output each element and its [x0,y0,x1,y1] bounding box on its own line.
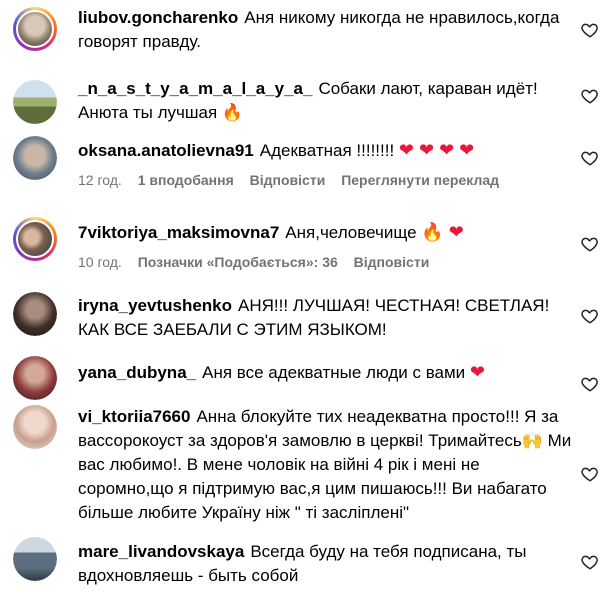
comment-body: oksana.anatolievna91 Адекватная !!!!!!!! … [78,138,573,163]
fire-heart-emoji: 🔥 ❤ [421,222,464,242]
translate-button[interactable]: Переглянути переклад [341,172,499,188]
comment-body: yana_dubyna_ Аня все адекватные люди с ва… [78,360,573,385]
comment-username[interactable]: 7viktoriya_maksimovna7 [78,223,279,242]
reply-button[interactable]: Відповісти [354,254,430,270]
avatar[interactable] [13,356,57,400]
comment-username[interactable]: vi_ktoriia7660 [78,407,190,426]
comment-meta: 12 год. 1 вподобання Відповісти Переглян… [78,172,511,188]
like-heart-icon[interactable] [581,553,599,571]
comment-time: 12 год. [78,172,122,188]
like-heart-icon[interactable] [581,307,599,325]
reply-button[interactable]: Відповісти [250,172,326,188]
comment-username[interactable]: yana_dubyna_ [78,363,196,382]
comment-body: _n_a_s_t_y_a_m_a_l_a_y_a_ Собаки лают, ка… [78,77,573,125]
comment-body: 7viktoriya_maksimovna7 Аня,человечище 🔥 ❤ [78,220,573,245]
avatar[interactable] [13,292,57,336]
like-heart-icon[interactable] [581,21,599,39]
avatar[interactable] [13,405,57,449]
raised-hands-emoji: 🙌 [521,431,543,450]
comment-username[interactable]: mare_livandovskaya [78,542,244,561]
avatar[interactable] [13,136,57,180]
comment-body: mare_livandovskaya Всегда буду на тебя по… [78,540,573,588]
comment-username[interactable]: iryna_yevtushenko [78,296,232,315]
comment-username[interactable]: liubov.goncharenko [78,8,238,27]
comment-time: 10 год. [78,254,122,270]
comment-username[interactable]: oksana.anatolievna91 [78,141,254,160]
comment-text: Аня все адекватные люди с вами [202,363,466,382]
like-heart-icon[interactable] [581,235,599,253]
heart-emoji: ❤ ❤ ❤ ❤ [398,140,475,160]
comment-text: Аня,человечище [285,223,417,242]
comment-body: liubov.goncharenko Аня никому никогда не … [78,6,573,54]
likes-count[interactable]: Позначки «Подобається»: 36 [138,254,338,270]
like-heart-icon[interactable] [581,375,599,393]
like-heart-icon[interactable] [581,149,599,167]
likes-count[interactable]: 1 вподобання [138,172,234,188]
avatar[interactable] [13,7,57,51]
avatar[interactable] [13,217,57,261]
comment-body: iryna_yevtushenko АНЯ!!! ЛУЧШАЯ! ЧЕСТНАЯ!… [78,294,573,342]
avatar[interactable] [13,80,57,124]
comment-text: Адекватная !!!!!!!! [259,141,395,160]
fire-emoji: 🔥 [221,103,244,122]
comment-body: vi_ktoriia7660 Анна блокуйте тих неадеква… [78,405,573,525]
comment-username[interactable]: _n_a_s_t_y_a_m_a_l_a_y_a_ [78,79,312,98]
avatar[interactable] [13,537,57,581]
comment-meta: 10 год. Позначки «Подобається»: 36 Відпо… [78,254,441,270]
like-heart-icon[interactable] [581,87,599,105]
heart-emoji: ❤ [469,362,486,382]
like-heart-icon[interactable] [581,465,599,483]
